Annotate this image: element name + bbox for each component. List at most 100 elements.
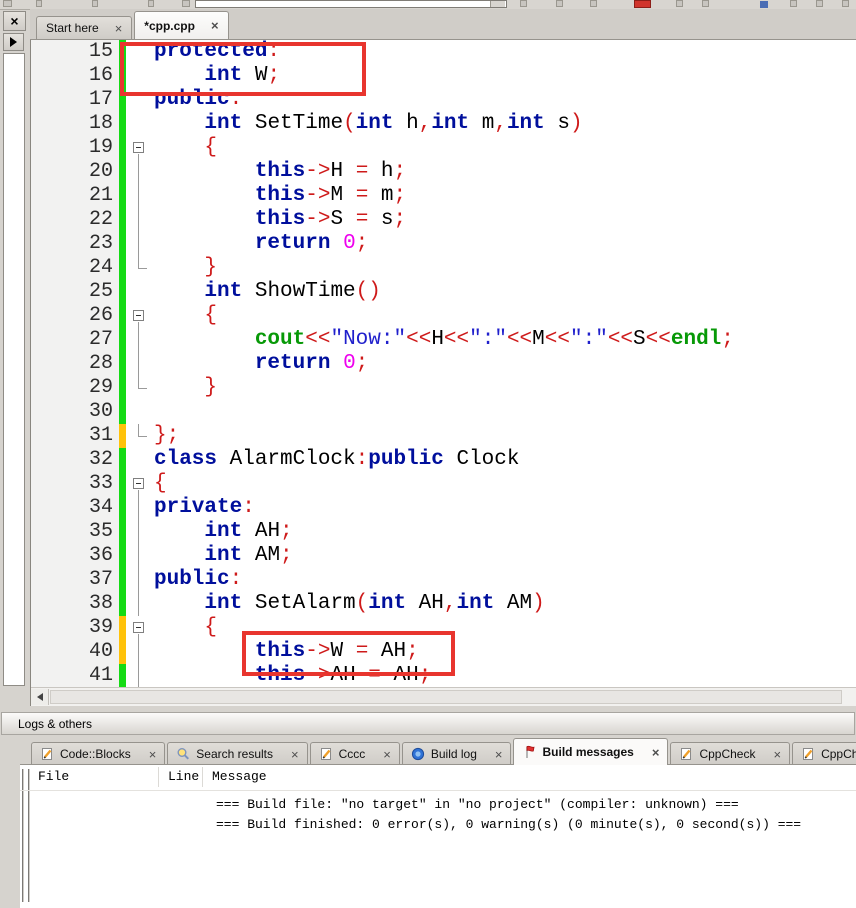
expand-panel-arrow-icon[interactable] bbox=[3, 33, 24, 51]
code-line-25[interactable]: 25 int ShowTime() bbox=[31, 280, 856, 304]
code-line-27[interactable]: 27 cout<<"Now:"<<H<<":"<<M<<":"<<S<<endl… bbox=[31, 328, 856, 352]
tab-close-icon[interactable]: × bbox=[211, 19, 219, 32]
fold-margin[interactable] bbox=[126, 136, 152, 160]
code-text: this->H = h; bbox=[152, 160, 856, 184]
logs-tab-cccc[interactable]: Cccc× bbox=[310, 742, 400, 765]
line-number[interactable]: 37 bbox=[31, 568, 119, 592]
column-header-message[interactable]: Message bbox=[212, 769, 267, 784]
fold-collapse-icon[interactable] bbox=[133, 142, 144, 153]
editor-tab--cpp-cpp[interactable]: *cpp.cpp× bbox=[134, 11, 228, 39]
code-line-24[interactable]: 24 } bbox=[31, 256, 856, 280]
code-line-32[interactable]: 32class AlarmClock:public Clock bbox=[31, 448, 856, 472]
code-line-33[interactable]: 33{ bbox=[31, 472, 856, 496]
column-header-file[interactable]: File bbox=[38, 769, 69, 784]
line-number[interactable]: 17 bbox=[31, 88, 119, 112]
line-number[interactable]: 39 bbox=[31, 616, 119, 640]
fold-margin bbox=[126, 112, 152, 136]
code-line-22[interactable]: 22 this->S = s; bbox=[31, 208, 856, 232]
code-line-29[interactable]: 29 } bbox=[31, 376, 856, 400]
tab-close-icon[interactable]: × bbox=[383, 748, 391, 761]
line-number[interactable]: 20 bbox=[31, 160, 119, 184]
tab-label: Build messages bbox=[542, 745, 633, 759]
editor-tab-start-here[interactable]: Start here× bbox=[36, 16, 132, 39]
logs-tab-search-results[interactable]: Search results× bbox=[167, 742, 307, 765]
line-number[interactable]: 28 bbox=[31, 352, 119, 376]
logs-tab-cppcheck-messages[interactable]: CppCheck messages× bbox=[792, 742, 856, 765]
line-number[interactable]: 30 bbox=[31, 400, 119, 424]
tab-close-icon[interactable]: × bbox=[149, 748, 157, 761]
code-line-37[interactable]: 37public: bbox=[31, 568, 856, 592]
line-number[interactable]: 16 bbox=[31, 64, 119, 88]
line-number[interactable]: 31 bbox=[31, 424, 119, 448]
column-header-line[interactable]: Line bbox=[168, 769, 199, 784]
line-number[interactable]: 23 bbox=[31, 232, 119, 256]
fold-collapse-icon[interactable] bbox=[133, 478, 144, 489]
line-number[interactable]: 18 bbox=[31, 112, 119, 136]
message-cell: === Build finished: 0 error(s), 0 warnin… bbox=[216, 817, 801, 832]
fold-collapse-icon[interactable] bbox=[133, 622, 144, 633]
code-line-38[interactable]: 38 int SetAlarm(int AH,int AM) bbox=[31, 592, 856, 616]
code-line-35[interactable]: 35 int AH; bbox=[31, 520, 856, 544]
code-text: this->M = m; bbox=[152, 184, 856, 208]
horizontal-scrollbar[interactable] bbox=[31, 687, 856, 706]
scroll-left-arrow-icon[interactable] bbox=[31, 689, 49, 705]
code-line-34[interactable]: 34private: bbox=[31, 496, 856, 520]
line-number[interactable]: 32 bbox=[31, 448, 119, 472]
code-line-31[interactable]: 31}; bbox=[31, 424, 856, 448]
code-editor[interactable]: 15protected:16 int W;17public:18 int Set… bbox=[30, 40, 856, 706]
line-number[interactable]: 27 bbox=[31, 328, 119, 352]
code-line-19[interactable]: 19 { bbox=[31, 136, 856, 160]
code-rows[interactable]: 15protected:16 int W;17public:18 int Set… bbox=[31, 40, 856, 688]
change-marker bbox=[119, 376, 126, 400]
code-line-30[interactable]: 30 bbox=[31, 400, 856, 424]
change-marker bbox=[119, 520, 126, 544]
line-number[interactable]: 35 bbox=[31, 520, 119, 544]
fold-margin[interactable] bbox=[126, 472, 152, 496]
fold-margin bbox=[126, 376, 152, 400]
change-marker bbox=[119, 592, 126, 616]
panel-grip[interactable] bbox=[22, 769, 32, 902]
scrollbar-thumb[interactable] bbox=[50, 690, 842, 704]
code-line-28[interactable]: 28 return 0; bbox=[31, 352, 856, 376]
tab-close-icon[interactable]: × bbox=[495, 748, 503, 761]
line-number[interactable]: 15 bbox=[31, 40, 119, 64]
code-line-18[interactable]: 18 int SetTime(int h,int m,int s) bbox=[31, 112, 856, 136]
line-number[interactable]: 29 bbox=[31, 376, 119, 400]
logs-tab-cppcheck[interactable]: CppCheck× bbox=[670, 742, 790, 765]
line-number[interactable]: 34 bbox=[31, 496, 119, 520]
line-number[interactable]: 19 bbox=[31, 136, 119, 160]
tab-close-icon[interactable]: × bbox=[652, 746, 660, 759]
build-message-row[interactable]: === Build finished: 0 error(s), 0 warnin… bbox=[20, 815, 856, 835]
fold-margin bbox=[126, 448, 152, 472]
fold-collapse-icon[interactable] bbox=[133, 310, 144, 321]
tab-close-icon[interactable]: × bbox=[291, 748, 299, 761]
tab-close-icon[interactable]: × bbox=[115, 22, 123, 35]
line-number[interactable]: 33 bbox=[31, 472, 119, 496]
tab-close-icon[interactable]: × bbox=[773, 748, 781, 761]
line-number[interactable]: 41 bbox=[31, 664, 119, 688]
logs-tab-build-messages[interactable]: Build messages × bbox=[513, 738, 668, 765]
code-line-36[interactable]: 36 int AM; bbox=[31, 544, 856, 568]
code-text: int SetAlarm(int AH,int AM) bbox=[152, 592, 856, 616]
logs-tab-build-log[interactable]: Build log× bbox=[402, 742, 512, 765]
code-line-26[interactable]: 26 { bbox=[31, 304, 856, 328]
fold-margin[interactable] bbox=[126, 304, 152, 328]
line-number[interactable]: 25 bbox=[31, 280, 119, 304]
code-line-23[interactable]: 23 return 0; bbox=[31, 232, 856, 256]
codeblocks-window: × Start here×*cpp.cpp× 15protected:16 in… bbox=[0, 0, 856, 908]
fold-margin[interactable] bbox=[126, 616, 152, 640]
line-number[interactable]: 21 bbox=[31, 184, 119, 208]
line-number[interactable]: 22 bbox=[31, 208, 119, 232]
build-message-row[interactable]: === Build file: "no target" in "no proje… bbox=[20, 795, 856, 815]
line-number[interactable]: 26 bbox=[31, 304, 119, 328]
line-number[interactable]: 38 bbox=[31, 592, 119, 616]
line-number[interactable]: 40 bbox=[31, 640, 119, 664]
logs-tab-code-blocks[interactable]: Code::Blocks× bbox=[31, 742, 165, 765]
close-icon[interactable]: × bbox=[3, 11, 26, 31]
code-line-20[interactable]: 20 this->H = h; bbox=[31, 160, 856, 184]
tab-label: CppCheck messages bbox=[821, 747, 856, 761]
code-line-21[interactable]: 21 this->M = m; bbox=[31, 184, 856, 208]
header-divider bbox=[20, 790, 856, 791]
line-number[interactable]: 36 bbox=[31, 544, 119, 568]
line-number[interactable]: 24 bbox=[31, 256, 119, 280]
